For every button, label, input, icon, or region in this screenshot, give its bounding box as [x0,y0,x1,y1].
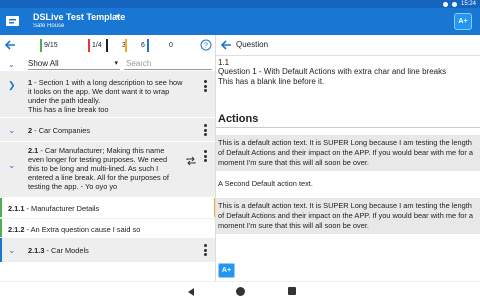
counter-value: 0 [169,42,173,49]
counter-bar: 9/15 1/4 3 6 0 ? [0,35,215,56]
item-number: 2 [28,126,33,135]
list-item-text: 2.1.1 - Manufacturer Details [8,204,100,213]
chevron-down-icon[interactable]: ⌄ [8,245,16,256]
chevron-right-icon[interactable]: ❯ [8,80,16,91]
question-header-title: Question [236,40,269,49]
item-title: Car Manufacturer; Making this name even … [28,146,169,191]
counter-amber[interactable]: 6 [125,38,145,53]
divider [216,127,480,128]
chevron-down-icon[interactable]: ▾ [116,12,120,21]
counter-value: 9/15 [44,42,58,49]
question-pane: Question 1.1 Question 1 - With Default A… [216,35,480,281]
svg-text:?: ? [204,43,208,50]
list-item-text: 2.1 - Car Manufacturer; Making this name… [28,146,169,191]
item-title: Manufacturer Details [31,204,100,213]
more-options-icon[interactable] [204,244,208,256]
counter-value: 1/4 [92,42,102,49]
list-item-text: 2.1.3 - Car Models [28,246,89,255]
counter-bar-dark [106,39,108,52]
counter-bar-red [88,39,90,52]
list-item-text: 2 - Car Companies [28,126,91,135]
section-list-pane: 9/15 1/4 3 6 0 ? ⌄ Show All ▾ Search ❯ 1… [0,35,216,281]
counter-bar-amber [125,39,127,52]
action-item[interactable]: This is a default action text. It is SUP… [216,198,480,234]
help-icon[interactable]: ? [200,39,212,51]
list-item[interactable]: 2.1.2 - An Extra question cause I said s… [0,218,215,238]
add-action-button[interactable]: A+ [218,263,235,278]
list-item-text: 1 - Section 1 with a long description to… [28,78,183,114]
dropdown-arrow-icon: ▾ [114,60,118,67]
item-number: 2.1.1 [8,204,25,213]
app-logo-icon [6,16,19,26]
item-title: Car Companies [38,126,91,135]
item-title: Section 1 with a long description to see… [28,78,183,105]
item-title: An Extra question cause I said so [30,225,141,234]
more-options-icon[interactable] [204,124,208,136]
app-bar: DSLive Test Template ▾ Safe House A+ [0,8,480,35]
status-bar-green [0,219,2,237]
counter-value: 6 [141,42,145,49]
nav-back-icon[interactable] [186,287,196,297]
question-header: Question [216,35,480,56]
add-button[interactable]: A+ [454,13,472,30]
filter-selected: Show All [28,59,59,68]
chevron-down-icon[interactable]: ⌄ [8,60,15,69]
list-item[interactable]: ⌄ 2 - Car Companies [0,118,215,142]
back-arrow-icon[interactable] [220,39,232,51]
question-text-line1: Question 1 - With Default Actions with e… [218,67,447,76]
clock: 15:24 [460,1,476,7]
actions-heading: Actions [218,113,259,125]
battery-icon [451,1,457,7]
item-number: 1 [28,78,33,87]
list-item[interactable]: ❯ 1 - Section 1 with a long description … [0,72,215,118]
item-number: 2.1 [28,146,39,155]
item-subtitle: This has a line break too [28,105,109,114]
counter-dark[interactable]: 3 [106,38,126,53]
repeat-icon[interactable] [186,156,196,166]
status-bar: 15:24 [0,0,480,8]
question-text: Question 1 - With Default Actions with e… [218,67,480,87]
list-item[interactable]: ⌄ 2.1.3 - Car Models [0,238,215,263]
nav-recent-apps-icon[interactable] [288,287,296,295]
action-item[interactable]: This is a default action text. It is SUP… [216,135,480,171]
list-item-text: 2.1.2 - An Extra question cause I said s… [8,225,141,234]
chevron-down-icon[interactable]: ⌄ [8,125,16,136]
counter-red[interactable]: 1/4 [88,38,102,53]
app-title[interactable]: DSLive Test Template [33,12,125,22]
filter-dropdown[interactable]: Show All ▾ [28,58,120,70]
item-number: 2.1.3 [28,246,45,255]
list-item[interactable]: 2.1.1 - Manufacturer Details [0,198,215,218]
question-number: 1.1 [218,58,230,67]
nav-home-icon[interactable] [236,287,245,296]
more-options-icon[interactable] [204,80,208,92]
item-number: 2.1.2 [8,225,25,234]
status-bar-green [0,198,2,217]
chevron-down-icon[interactable]: ⌄ [8,160,16,171]
wifi-icon [442,1,448,7]
filter-row: ⌄ Show All ▾ Search [0,56,215,72]
more-options-icon[interactable] [204,150,208,162]
action-item[interactable]: A Second Default action text. [216,176,480,192]
item-title: Car Models [51,246,89,255]
search-input[interactable]: Search [124,58,212,70]
question-text-line2: This has a blank line before it. [218,77,325,86]
counter-blue[interactable]: 0 [147,38,173,53]
counter-green[interactable]: 9/15 [40,38,58,53]
list-item[interactable]: ⌄ 2.1 - Car Manufacturer; Making this na… [0,142,215,198]
system-nav-bar [0,281,480,300]
status-bar-blue [0,238,2,262]
back-arrow-icon[interactable] [4,39,16,51]
counter-bar-green [40,39,42,52]
counter-bar-blue [147,39,149,52]
app-subtitle: Safe House [33,23,65,29]
